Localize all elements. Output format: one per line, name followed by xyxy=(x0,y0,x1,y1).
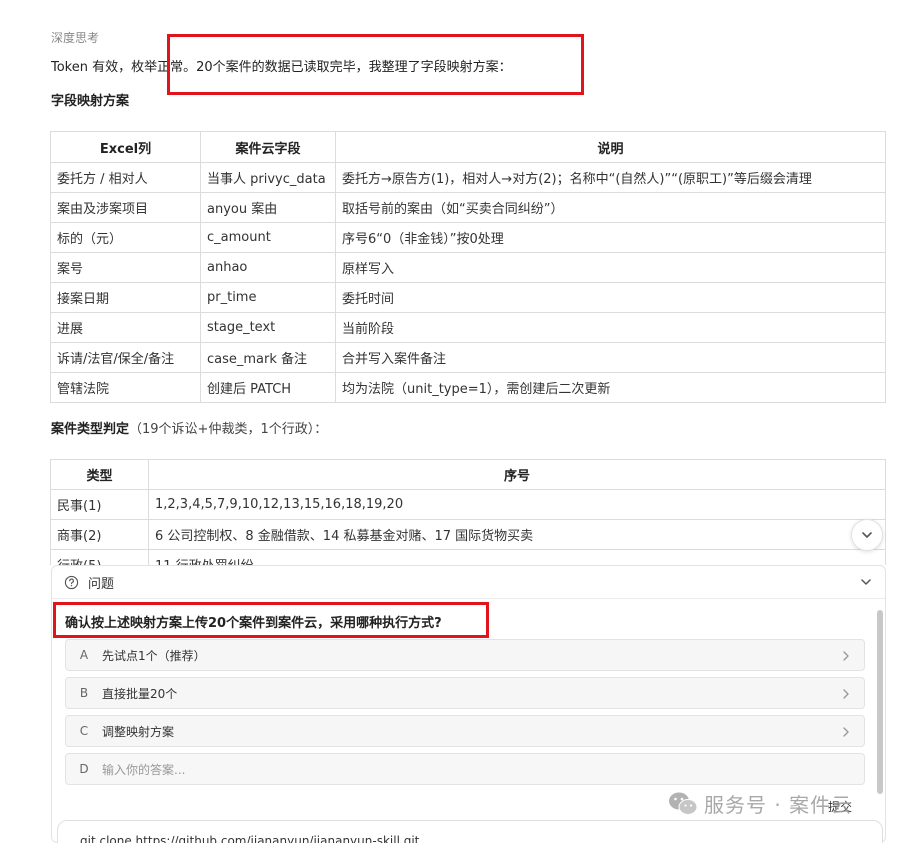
watermark-text: 服务号 · 案件云 xyxy=(704,793,853,817)
chevron-right-icon xyxy=(843,727,849,737)
question-panel-title: 问题 xyxy=(88,576,115,592)
types-table-header: 类型 序号 xyxy=(50,459,886,490)
option-c[interactable]: C 调整映射方案 xyxy=(65,715,865,747)
question-panel-header[interactable]: 问题 xyxy=(52,566,885,599)
option-label: 直接批量20个 xyxy=(102,686,178,701)
scroll-down-button[interactable] xyxy=(851,519,883,551)
option-letter: A xyxy=(79,648,89,662)
option-letter: C xyxy=(79,724,89,738)
chevron-right-icon xyxy=(843,651,849,661)
option-a[interactable]: A 先试点1个（推荐） xyxy=(65,639,865,671)
cell: 民事(1) xyxy=(50,489,149,520)
option-label: 调整映射方案 xyxy=(102,724,175,739)
col-header-serial: 序号 xyxy=(148,459,886,490)
col-header-type: 类型 xyxy=(50,459,149,490)
cell: 商事(2) xyxy=(50,519,149,550)
cell: 11 行政处罚纠纷 xyxy=(148,549,886,565)
wechat-icon xyxy=(669,792,698,815)
cell: 6 公司控制权、8 金融借款、14 私募基金对赌、17 国际货物买卖 xyxy=(148,519,886,550)
chevron-right-icon xyxy=(843,689,849,699)
chevron-down-icon[interactable] xyxy=(859,575,873,589)
option-letter: B xyxy=(79,686,89,700)
types-table: 类型 序号 民事(1) 1,2,3,4,5,7,9,10,12,13,15,16,… xyxy=(50,459,886,565)
message-input-text: git clone https://github.com/jiananyun/j… xyxy=(80,834,420,843)
cell: 1,2,3,4,5,7,9,10,12,13,15,16,18,19,20 xyxy=(148,489,886,520)
watermark: 服务号 · 案件云 xyxy=(668,789,852,818)
option-b[interactable]: B 直接批量20个 xyxy=(65,677,865,709)
option-label: 先试点1个（推荐） xyxy=(102,648,206,663)
custom-answer-placeholder: 输入你的答案... xyxy=(102,762,186,777)
custom-answer-input[interactable]: D 输入你的答案... xyxy=(65,753,865,785)
panel-scrollbar[interactable] xyxy=(877,610,883,794)
chevron-down-icon xyxy=(862,532,872,538)
table-row: 行政(5)11 行政处罚纠纷 xyxy=(50,549,886,565)
message-input-box[interactable]: git clone https://github.com/jiananyun/j… xyxy=(57,820,883,843)
question-circle-icon xyxy=(64,574,80,590)
table-row: 商事(2) 6 公司控制权、8 金融借款、14 私募基金对赌、17 国际货物买卖 xyxy=(50,519,886,550)
highlight-box-intro xyxy=(167,34,584,95)
cell: 行政(5) xyxy=(50,549,149,565)
highlight-box-question xyxy=(53,602,489,638)
option-letter: D xyxy=(79,762,89,776)
table-row: 民事(1) 1,2,3,4,5,7,9,10,12,13,15,16,18,19,… xyxy=(50,489,886,520)
